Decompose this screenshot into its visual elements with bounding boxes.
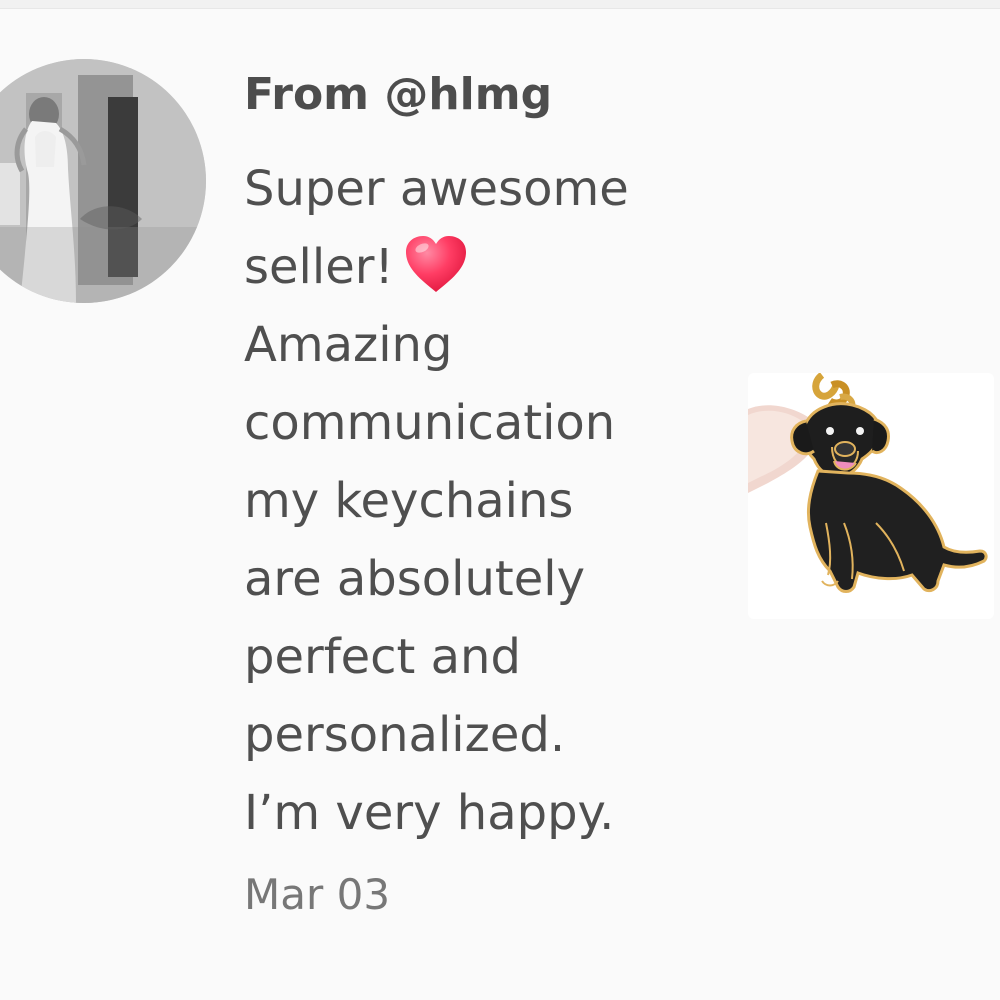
review-line-3: Amazing (244, 317, 453, 373)
review-line-6: are absolutely (244, 551, 585, 607)
review-line-5: my keychains (244, 473, 574, 529)
top-divider (0, 0, 1000, 9)
reviewer-photo (0, 59, 206, 303)
review-author: From @hlmg (244, 69, 553, 120)
review-line-8: personalized. (244, 707, 566, 763)
review-line-2: seller! (244, 239, 394, 295)
reviewer-avatar[interactable] (0, 59, 206, 303)
heart-icon (402, 234, 470, 296)
black-dog-keychain-photo (748, 373, 994, 619)
review-text: Super awesome seller! Amazing communicat… (244, 150, 704, 852)
product-thumbnail[interactable] (748, 373, 994, 619)
review-line-1: Super awesome (244, 161, 629, 217)
review-line-9: I’m very happy. (244, 785, 615, 841)
review-date: Mar 03 (244, 870, 391, 919)
review-line-7: perfect and (244, 629, 521, 685)
review-line-4: communication (244, 395, 616, 451)
